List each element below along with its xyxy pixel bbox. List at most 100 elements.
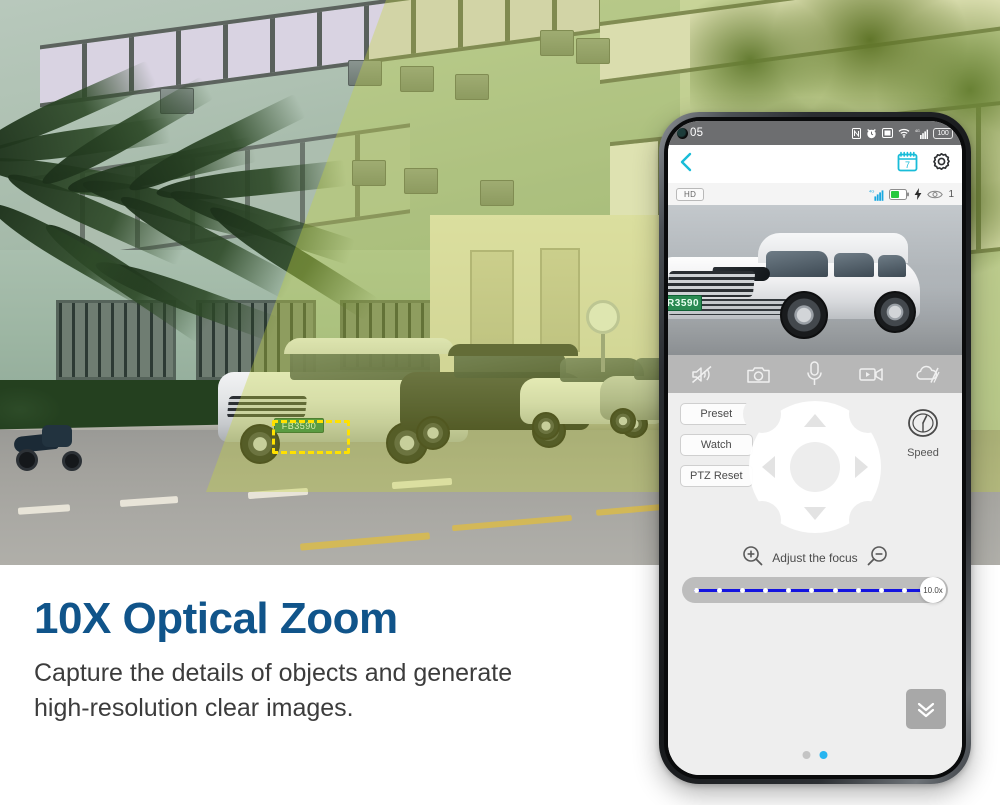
car-wheel [610,408,636,434]
phone-bezel: 05 4G 100 7 HD 4G 1 R3590 Preset Watch P… [664,117,966,779]
gear-icon[interactable] [931,151,952,177]
lightning-bolt-icon [915,188,922,200]
arrow-right-icon[interactable] [855,456,868,478]
dpad-notch [849,395,887,433]
zoom-tick [740,587,746,593]
mute-button[interactable] [685,359,719,389]
ac-unit [404,168,438,194]
video-car: R3590 [668,231,922,341]
car-wheel [416,416,450,450]
stream-info-row: HD 4G 1 [668,183,962,205]
promo-body-line-2: high-resolution clear images. [34,693,354,722]
zoom-tick [809,587,815,593]
screenshot-icon [882,128,893,138]
phone-screen: 05 4G 100 7 HD 4G 1 R3590 Preset Watch P… [668,121,962,775]
camera-icon [747,366,770,383]
snapshot-button[interactable] [742,359,776,389]
car-wheel [532,412,560,440]
arrow-down-icon[interactable] [804,507,826,520]
dpad-notch [743,395,781,433]
arrow-up-icon[interactable] [804,414,826,427]
video-car-wheel [874,291,916,333]
double-chevron-down-icon [917,702,935,718]
arrow-left-icon[interactable] [762,456,775,478]
zoom-tick [717,587,723,593]
battery-icon: 100 [933,127,953,139]
ac-unit [576,38,610,64]
sign-pole [601,334,605,372]
preset-button[interactable]: Preset [680,403,753,425]
ac-unit [455,74,489,100]
app-nav-bar: 7 [668,145,962,183]
zoom-tick [878,587,884,593]
battery-level: 100 [937,129,949,137]
promo-text-block: 10X Optical Zoom Capture the details of … [34,595,634,725]
viewer-count: 1 [948,188,954,200]
focus-label: Adjust the focus [772,551,858,565]
promo-body: Capture the details of objects and gener… [34,656,634,725]
zoom-tick [763,587,769,593]
nfc-icon [852,127,861,139]
car-grille [226,396,308,418]
speed-control[interactable]: Speed [897,407,949,459]
page-dot-active[interactable] [819,751,828,759]
ptz-dpad[interactable] [743,395,887,539]
signal-icon: 4G [915,129,928,139]
ac-unit [540,30,574,56]
cloud-slash-icon [916,365,940,383]
promo-body-line-1: Capture the details of objects and gener… [34,659,513,688]
dpad-notch [849,501,887,539]
playback-button[interactable] [911,359,945,389]
magnifier-plus-icon[interactable] [742,545,763,571]
talk-button[interactable] [798,359,832,389]
ac-unit [400,66,434,92]
front-camera-icon [677,127,688,139]
speed-label: Speed [907,447,939,459]
speaker-mute-icon [692,365,712,383]
video-camera-icon [859,367,883,381]
zoom-tick [786,587,792,593]
watch-button[interactable]: Watch [680,434,753,456]
battery-icon [889,188,910,200]
record-button[interactable] [854,359,888,389]
back-chevron-icon[interactable] [678,151,694,178]
quality-badge[interactable]: HD [676,187,705,201]
parked-scooter [10,425,100,495]
zoom-slider[interactable]: 10.0x [682,577,948,603]
microphone-icon [807,361,823,385]
calendar-day-label: 7 [904,160,910,170]
ptz-reset-button[interactable]: PTZ Reset [680,465,753,487]
zoom-tick [901,587,907,593]
calendar-icon[interactable]: 7 [897,151,918,177]
phone-mockup: 05 4G 100 7 HD 4G 1 R3590 Preset Watch P… [659,112,971,784]
video-car-grille [668,271,756,297]
magnifier-minus-icon[interactable] [867,545,888,571]
status-bar-time: 05 [690,127,704,139]
dpad-center[interactable] [790,442,840,492]
collapse-panel-button[interactable] [906,689,946,729]
focus-row: Adjust the focus [668,545,962,571]
live-video-feed[interactable]: R3590 [668,205,962,355]
zoom-tick [855,587,861,593]
ptz-control-panel: Preset Watch PTZ Reset Speed Adjust the … [668,393,962,775]
svg-text:4G: 4G [915,129,920,133]
license-plate-highlight-box [272,420,350,454]
zoom-slider-ticks [694,587,930,593]
nav-actions: 7 [897,151,952,177]
zoom-tick [694,587,699,593]
video-car-rear-window [878,255,906,277]
eye-icon [927,190,944,198]
signal-bars-icon: 4G [869,188,884,201]
stream-status-icons: 4G 1 [869,188,954,201]
zoom-slider-knob[interactable]: 10.0x [920,577,946,603]
page-indicator [802,751,828,759]
promo-banner: FB3590 10X Optical Zoom Capture the deta… [0,0,1000,805]
alarm-icon [867,128,876,138]
ac-unit [480,180,514,206]
zoom-tick [832,587,838,593]
ptz-side-buttons: Preset Watch PTZ Reset [680,403,753,487]
page-dot[interactable] [802,751,811,759]
gauge-icon [908,409,938,437]
status-bar: 05 4G 100 [668,121,962,145]
stream-control-bar [668,355,962,393]
